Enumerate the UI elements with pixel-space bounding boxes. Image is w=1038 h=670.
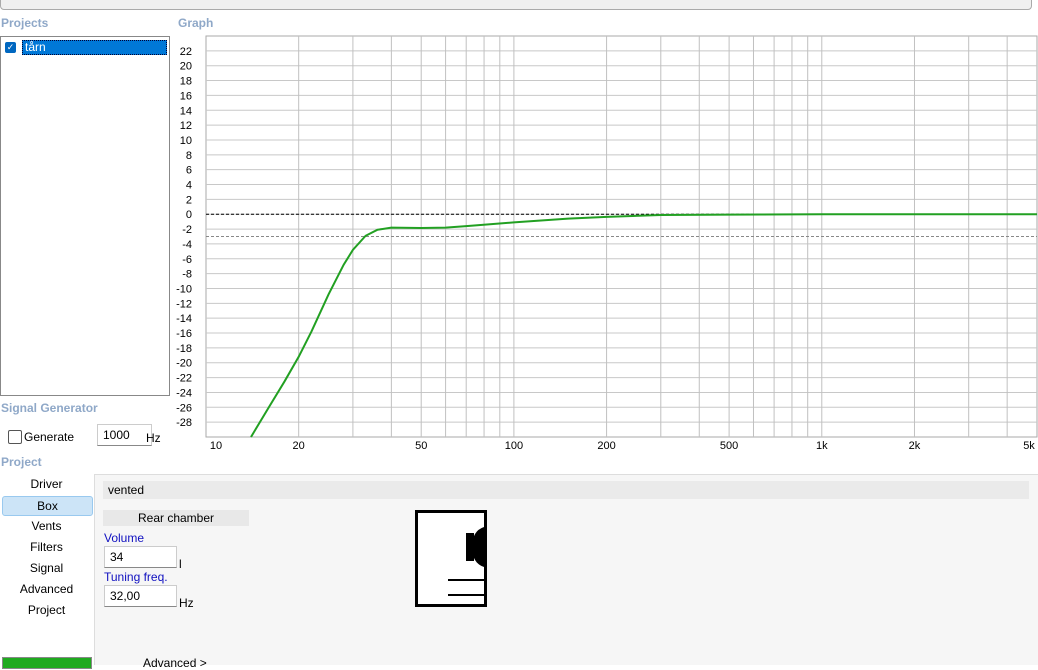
advanced-button[interactable]: Advanced > [143,656,207,670]
x-tick-label: 200 [597,440,615,452]
y-tick-label: -12 [176,298,192,310]
rear-chamber-header: Rear chamber [103,510,249,526]
y-tick-label: 2 [186,194,192,206]
volume-label: Volume [104,531,144,545]
list-item[interactable]: ✓ tårn [5,40,167,55]
toolbar [0,0,1032,10]
y-tick-label: -24 [176,387,192,399]
projects-list[interactable]: ✓ tårn [0,36,170,396]
volume-unit: l [179,557,182,571]
nav-item-filters[interactable]: Filters [2,538,91,557]
y-tick-label: 10 [180,135,192,147]
nav-item-box[interactable]: Box [2,496,93,516]
checkbox-checked-icon[interactable]: ✓ [5,42,16,53]
y-tick-label: 8 [186,150,192,162]
nav-item-advanced[interactable]: Advanced [2,580,91,599]
nav-item-driver[interactable]: Driver [2,475,91,494]
frequency-response-chart: 2220181614121086420-2-4-6-8-10-12-14-16-… [170,30,1038,460]
y-tick-label: -8 [182,269,192,281]
nav-item-vents[interactable]: Vents [2,517,91,536]
box-type[interactable]: vented [103,481,1029,499]
status-progress-bar [2,657,92,669]
volume-input[interactable]: 34 [104,546,177,568]
x-tick-label: 500 [720,440,738,452]
signal-frequency-input[interactable]: 1000 [97,424,152,446]
x-tick-label: 2k [909,440,921,452]
y-tick-label: 6 [186,165,192,177]
generate-label: Generate [24,430,74,444]
y-tick-label: -10 [176,283,192,295]
signal-frequency-unit: Hz [146,431,161,445]
y-tick-label: -14 [176,313,192,325]
y-tick-label: -22 [176,373,192,385]
tuning-input[interactable]: 32,00 [104,585,177,607]
y-tick-label: -20 [176,358,192,370]
y-tick-label: -6 [182,254,192,266]
box-panel [94,474,1038,665]
x-tick-label: 20 [293,440,305,452]
x-tick-label: 100 [505,440,523,452]
project-name: tårn [22,40,167,55]
y-tick-label: 22 [180,46,192,58]
y-tick-label: 0 [186,209,192,221]
generate-checkbox[interactable] [8,430,22,444]
nav-item-signal[interactable]: Signal [2,559,91,578]
x-tick-label: 1k [816,440,828,452]
y-tick-label: -4 [182,239,192,251]
project-heading: Project [1,455,42,469]
y-tick-label: 12 [180,120,192,132]
y-tick-label: 18 [180,76,192,88]
y-tick-label: 4 [186,180,192,192]
x-tick-label: 5k [1023,440,1035,452]
vented-box-diagram-icon [414,509,488,609]
x-tick-label: 10 [210,440,222,452]
signal-generator-heading: Signal Generator [1,401,98,415]
y-tick-label: -18 [176,343,192,355]
graph-heading: Graph [178,16,213,30]
y-tick-label: 20 [180,61,192,73]
y-tick-label: 14 [180,105,192,117]
y-tick-label: -26 [176,402,192,414]
nav-item-project[interactable]: Project [2,601,91,620]
tuning-unit: Hz [179,596,194,610]
y-tick-label: -16 [176,328,192,340]
tuning-label: Tuning freq. [104,570,168,584]
y-tick-label: -2 [182,224,192,236]
x-tick-label: 50 [415,440,427,452]
y-tick-label: 16 [180,90,192,102]
y-tick-label: -28 [176,417,192,429]
projects-heading: Projects [1,16,48,30]
